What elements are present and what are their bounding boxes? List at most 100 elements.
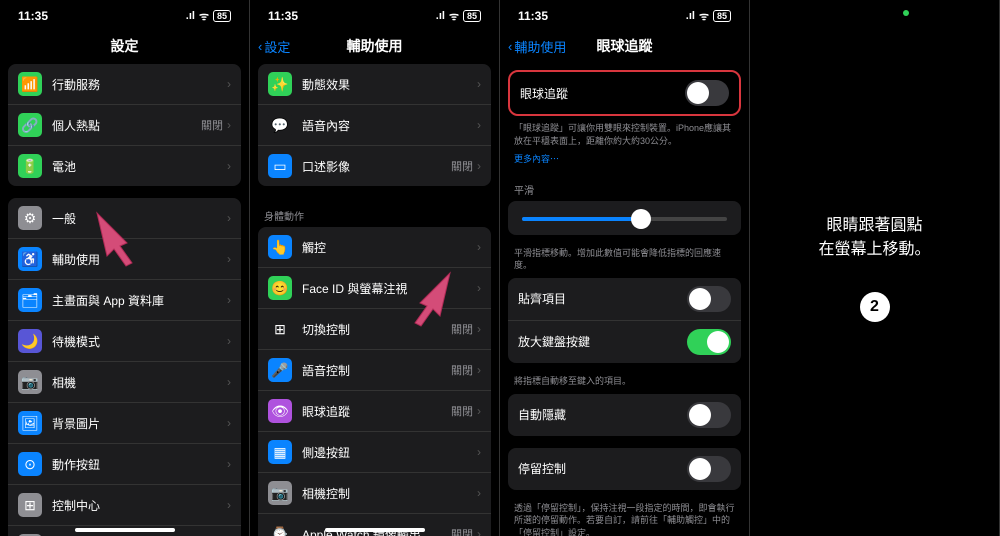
settings-row[interactable]: ⊞切換控制關閉›	[258, 309, 491, 350]
chevron-right-icon: ›	[227, 293, 231, 307]
wifi-icon: ᯤ	[199, 9, 209, 24]
hint-dwell: 透過「停留控制」，保持注視一段指定的時間，即會執行所選的停留動作。若要自訂，請前…	[500, 502, 749, 536]
chevron-right-icon: ›	[227, 375, 231, 389]
row-icon: 🖼	[18, 411, 42, 435]
home-indicator	[325, 528, 425, 532]
signal-icon: .ıl	[686, 10, 695, 22]
settings-row[interactable]: ⊞控制中心›	[8, 485, 241, 526]
settings-row[interactable]: 放大鍵盤按鍵	[508, 321, 741, 363]
row-label: 相機	[52, 374, 227, 391]
row-label: 語音控制	[302, 362, 451, 379]
settings-row[interactable]: ⌚Apple Watch 鏡像輸出關閉›	[258, 514, 491, 536]
settings-row[interactable]: 📶行動服務›	[8, 64, 241, 105]
hint-keyboard: 將指標自動移至鍵入的項目。	[500, 375, 749, 394]
row-label: 行動服務	[52, 76, 227, 93]
settings-row[interactable]: 😊Face ID 與螢幕注視›	[258, 268, 491, 309]
settings-row[interactable]: 👆觸控›	[258, 227, 491, 268]
settings-row[interactable]: ▦側邊按鈕›	[258, 432, 491, 473]
row-value: 關閉	[451, 403, 473, 419]
row-value: 關閉	[451, 362, 473, 378]
slider-thumb[interactable]	[631, 209, 651, 229]
row-icon: ▦	[268, 440, 292, 464]
row-icon: ⌚	[268, 522, 292, 536]
row-label: 口述影像	[302, 158, 451, 175]
dwell-toggle[interactable]	[687, 456, 731, 482]
calibration-line2: 在螢幕上移動。	[818, 241, 930, 258]
eye-tracking-toggle[interactable]	[685, 80, 729, 106]
learn-more-link[interactable]: 更多內容⋯	[500, 153, 749, 172]
toggle-label: 眼球追蹤	[520, 85, 685, 102]
row-icon: 👆	[268, 235, 292, 259]
row-icon: 😊	[268, 276, 292, 300]
scroll[interactable]: 眼球追蹤 「眼球追蹤」可讓你用雙眼來控制裝置。iPhone應讓其放在平穩表面上，…	[500, 64, 749, 536]
row-icon: 🌙	[18, 329, 42, 353]
row-label: 觸控	[302, 239, 477, 256]
wifi-icon: ᯤ	[699, 9, 709, 24]
battery-icon: 85	[463, 10, 481, 22]
smoothing-slider[interactable]	[522, 217, 727, 221]
group-auto-hide: 自動隱藏	[508, 394, 741, 436]
chevron-right-icon: ›	[227, 334, 231, 348]
eye-tracking-toggle-row[interactable]: 眼球追蹤	[510, 72, 739, 114]
settings-row[interactable]: 🗂主畫面與 App 資料庫›	[8, 280, 241, 321]
settings-row[interactable]: 🔋電池›	[8, 146, 241, 186]
status-right: .ıl ᯤ 85	[186, 9, 231, 24]
chevron-right-icon: ›	[477, 445, 481, 459]
smooth-slider-group	[508, 201, 741, 235]
row-icon: ⊙	[18, 452, 42, 476]
chevron-right-icon: ›	[477, 527, 481, 536]
row-icon: ▭	[268, 154, 292, 178]
settings-row[interactable]: 📷相機控制›	[258, 473, 491, 514]
toggle[interactable]	[687, 286, 731, 312]
settings-row[interactable]: 👁眼球追蹤關閉›	[258, 391, 491, 432]
calibration-screen: 眼睛跟著圓點 在螢幕上移動。 2	[750, 0, 999, 536]
chevron-right-icon: ›	[227, 457, 231, 471]
phone-accessibility: 11:35 .ıl ᯤ 85 ‹ 設定 輔助使用 ✨動態效果›💬語音內容› ▭ 口述…	[250, 0, 500, 536]
row-label: 背景圖片	[52, 415, 227, 432]
chevron-right-icon: ›	[477, 322, 481, 336]
group-options: 貼齊項目放大鍵盤按鍵	[508, 278, 741, 363]
settings-row[interactable]: ✨動態效果›	[258, 64, 491, 105]
auto-hide-row[interactable]: 自動隱藏	[508, 394, 741, 436]
chevron-right-icon: ›	[477, 486, 481, 500]
settings-row[interactable]: ⊙ 動作按鈕›	[8, 444, 241, 485]
section-header-motor: 身體動作	[250, 198, 499, 227]
row-value: 關閉	[201, 117, 223, 133]
row-icon: 🗂	[18, 288, 42, 312]
row-icon: ♿	[18, 247, 42, 271]
settings-row[interactable]: ▭口述影像關閉›	[258, 146, 491, 186]
row-label: 眼球追蹤	[302, 403, 451, 420]
battery-icon: 85	[713, 10, 731, 22]
row-icon: 📷	[268, 481, 292, 505]
settings-row[interactable]: 📷相機›	[8, 362, 241, 403]
settings-row[interactable]: 💬語音內容›	[258, 105, 491, 146]
row-icon: ⊞	[18, 493, 42, 517]
dwell-row[interactable]: 停留控制	[508, 448, 741, 490]
settings-row[interactable]: 🔗個人熱點關閉›	[8, 105, 241, 146]
back-button[interactable]: ‹ 設定	[250, 37, 290, 56]
chevron-right-icon: ›	[227, 77, 231, 91]
chevron-right-icon: ›	[227, 252, 231, 266]
nav-bar: ‹ 設定 輔助使用	[250, 28, 499, 64]
toggle[interactable]	[687, 329, 731, 355]
group-motor: 👆 觸控 › 😊Face ID 與螢幕注視›⊞切換控制關閉›🎤語音控制關閉›👁眼球追蹤…	[258, 227, 491, 536]
status-bar: 11:35 .ıl ᯤ 85	[250, 0, 499, 28]
settings-row[interactable]: 🖼 背景圖片›	[8, 403, 241, 444]
hint-text: 「眼球追蹤」可讓你用雙眼來控制裝置。iPhone應讓其放在平穩表面上，距離你約大…	[500, 122, 749, 153]
row-icon: ⊞	[268, 317, 292, 341]
chevron-right-icon: ›	[227, 498, 231, 512]
auto-hide-toggle[interactable]	[687, 402, 731, 428]
settings-row[interactable]: 🎤語音控制關閉›	[258, 350, 491, 391]
settings-row[interactable]: 貼齊項目	[508, 278, 741, 321]
chevron-right-icon: ›	[227, 416, 231, 430]
scroll[interactable]: 📶行動服務›🔗個人熱點關閉›🔋電池› ⚙一般›♿輔助使用›🗂主畫面與 App 資…	[0, 64, 249, 536]
row-label: 個人熱點	[52, 117, 201, 134]
status-right: .ıl ᯤ 85	[686, 9, 731, 24]
row-label: 動作按鈕	[52, 456, 227, 473]
back-button[interactable]: ‹ 輔助使用	[500, 37, 566, 56]
row-icon: ✨	[268, 72, 292, 96]
chevron-left-icon: ‹	[258, 39, 262, 54]
scroll[interactable]: ✨動態效果›💬語音內容› ▭ 口述影像關閉 › 身體動作 👆 觸控 › 😊Face ID 與…	[250, 64, 499, 536]
page-title: 設定	[0, 36, 249, 56]
settings-row[interactable]: 🌙待機模式›	[8, 321, 241, 362]
